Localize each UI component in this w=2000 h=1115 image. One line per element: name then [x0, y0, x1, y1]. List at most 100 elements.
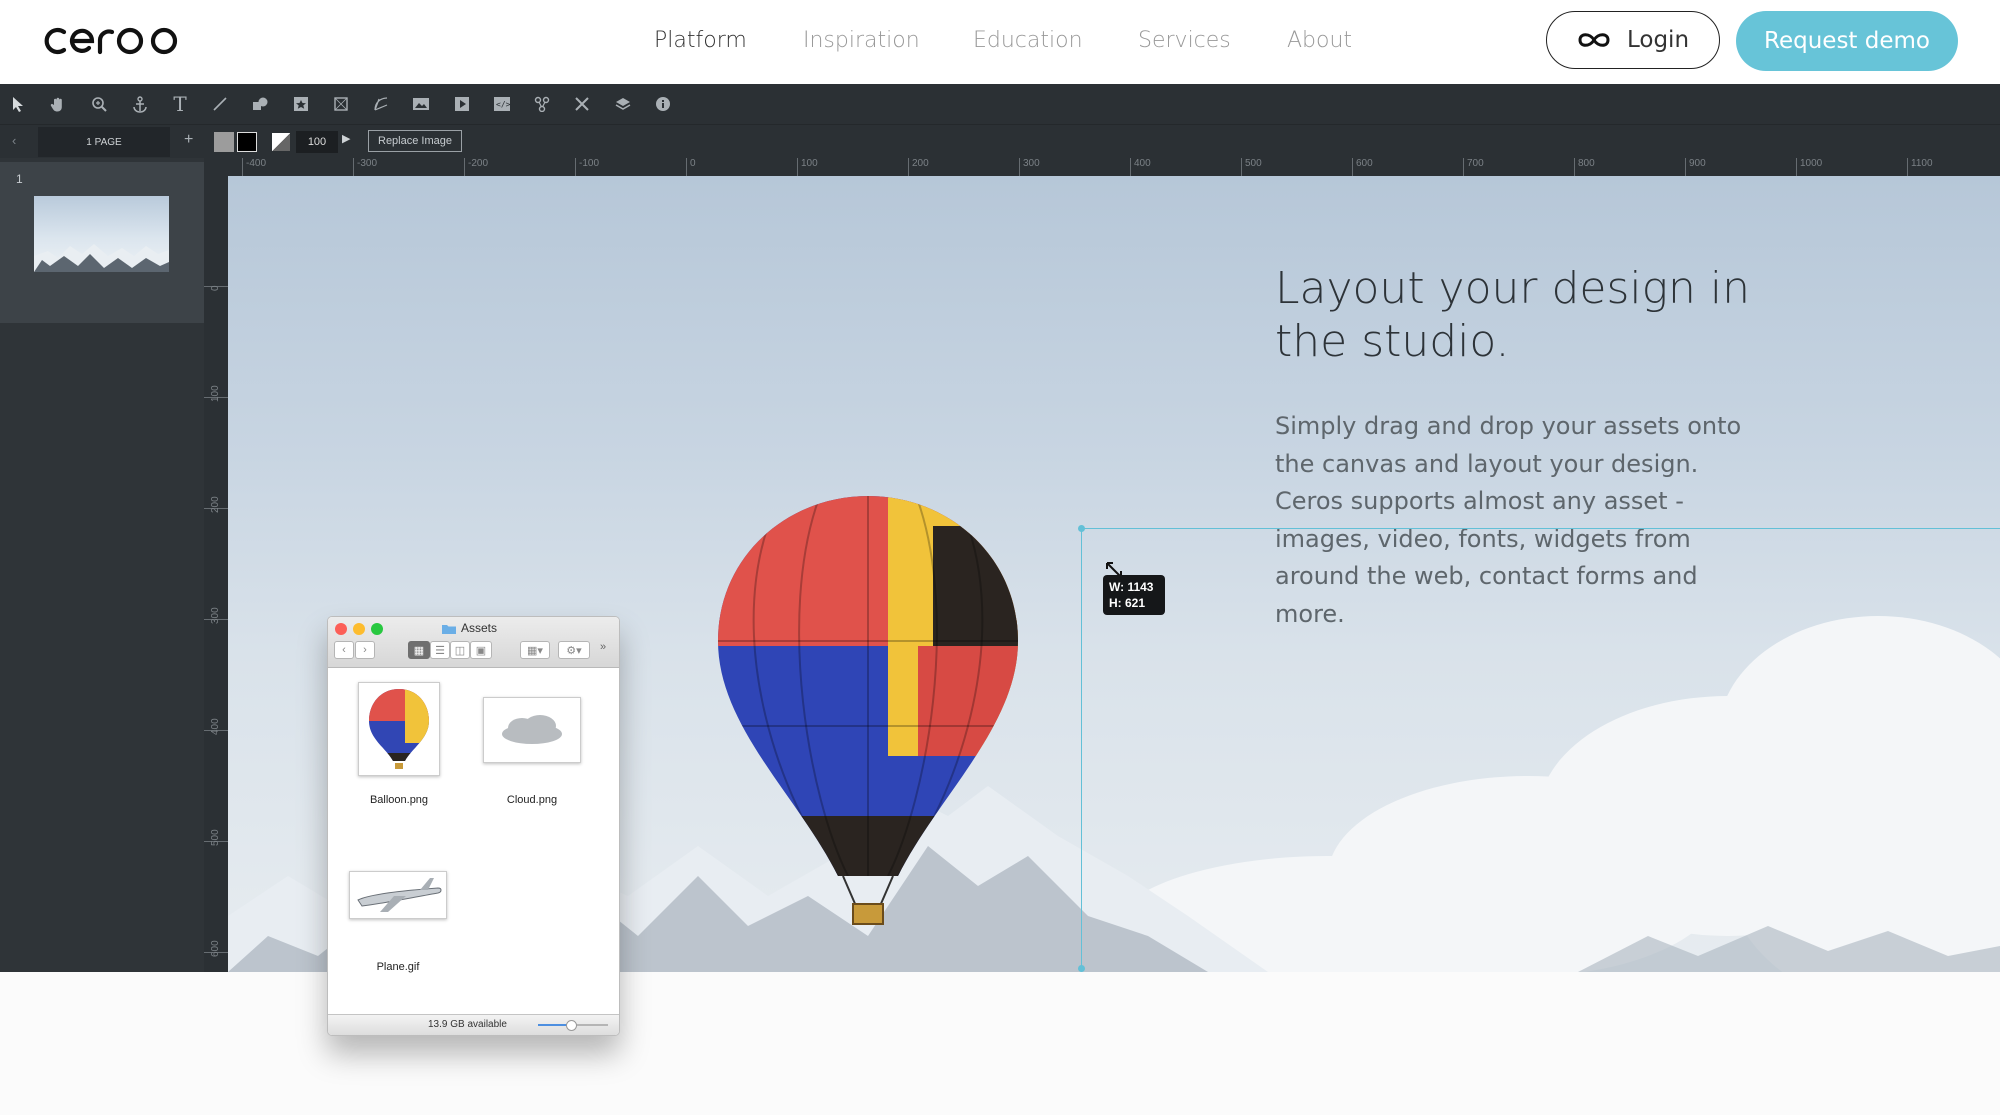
select-arrow-icon[interactable]: [8, 94, 28, 114]
video-icon[interactable]: [452, 94, 472, 114]
overflow-chevron-icon[interactable]: »: [600, 641, 606, 653]
nav-education[interactable]: Education: [973, 28, 1083, 53]
back-icon[interactable]: ‹: [334, 641, 354, 659]
frame-icon[interactable]: [331, 94, 351, 114]
page-number: 1: [16, 172, 23, 186]
balloon-thumbnail: [358, 682, 440, 776]
page-thumbnail-card[interactable]: 1: [0, 162, 204, 323]
collapse-panel-icon[interactable]: ‹: [12, 133, 16, 148]
ruler-tick: 400: [1130, 158, 1151, 176]
login-button[interactable]: Login: [1546, 11, 1720, 69]
fill-color-swatch[interactable]: [214, 132, 234, 152]
opacity-stepper-icon[interactable]: ▶: [342, 132, 350, 145]
asset-item[interactable]: Plane.gif: [348, 871, 448, 973]
resize-handle[interactable]: [1078, 525, 1085, 532]
image-placeholder-icon[interactable]: [291, 94, 311, 114]
ruler-tick: 700: [1463, 158, 1484, 176]
asset-filename: Cloud.png: [506, 794, 558, 806]
ceros-logo-mark: [44, 27, 178, 55]
pages-tab[interactable]: 1 PAGE: [38, 127, 170, 157]
plane-thumbnail: [349, 871, 447, 919]
nav-platform[interactable]: Platform: [654, 28, 747, 53]
ruler-tick: 1000: [1796, 158, 1822, 176]
info-icon[interactable]: [653, 94, 673, 114]
layers-icon[interactable]: [613, 94, 633, 114]
icon-size-slider[interactable]: [538, 1020, 608, 1031]
crop-tools-icon[interactable]: [572, 94, 592, 114]
page-lower-section: [0, 972, 2000, 1115]
ruler-tick: 800: [1574, 158, 1595, 176]
ruler-tick: 100: [204, 385, 228, 402]
finder-status-bar: 13.9 GB available: [328, 1014, 619, 1035]
ruler-tick: 0: [204, 285, 228, 291]
asset-filename: Plane.gif: [376, 961, 420, 973]
folder-icon: [442, 624, 456, 634]
assets-finder-window[interactable]: Assets ‹ › ▦ ☰ ◫ ▣ ▦▾ ⚙▾ » Balloon.png C…: [327, 616, 620, 1036]
svg-path-icon[interactable]: [371, 94, 391, 114]
infinity-icon: [1578, 33, 1610, 47]
ruler-tick: 0: [686, 158, 696, 176]
shapes-icon[interactable]: [250, 94, 270, 114]
ruler-tick: 300: [1019, 158, 1040, 176]
resize-handle[interactable]: [1078, 965, 1085, 972]
ruler-tick: -400: [242, 158, 266, 176]
asset-item[interactable]: Cloud.png: [482, 697, 582, 806]
finder-titlebar[interactable]: Assets ‹ › ▦ ☰ ◫ ▣ ▦▾ ⚙▾ »: [328, 617, 619, 668]
hotspot-icon[interactable]: [532, 94, 552, 114]
arrange-menu-icon[interactable]: ▦▾: [520, 641, 550, 659]
ruler-tick: 500: [204, 829, 228, 846]
embed-icon[interactable]: </>: [492, 94, 512, 114]
left-ruler: 0 100 200 300 400 500 600: [204, 176, 228, 972]
ruler-tick: 200: [204, 496, 228, 513]
text-icon[interactable]: T: [170, 92, 190, 116]
image-icon[interactable]: [411, 94, 431, 114]
minimize-window-icon[interactable]: [353, 623, 365, 635]
nav-about[interactable]: About: [1287, 28, 1352, 53]
ruler-tick: -300: [353, 158, 377, 176]
page-thumbnail: [34, 196, 169, 272]
studio-toolbar: T </>: [0, 84, 2000, 124]
svg-text:</>: </>: [496, 100, 511, 109]
login-label: Login: [1626, 27, 1690, 53]
cloud-thumbnail: [483, 697, 581, 763]
selection-box[interactable]: [1078, 525, 2000, 972]
anchor-icon[interactable]: [130, 94, 150, 114]
zoom-window-icon[interactable]: [371, 623, 383, 635]
ruler-tick: 600: [204, 940, 228, 957]
ruler-tick: -200: [464, 158, 488, 176]
list-view-icon[interactable]: ☰: [430, 641, 450, 659]
line-icon[interactable]: [210, 94, 230, 114]
ruler-tick: 600: [1352, 158, 1373, 176]
add-page-button[interactable]: +: [184, 131, 193, 149]
asset-filename: Balloon.png: [369, 794, 429, 806]
ruler-tick: 900: [1685, 158, 1706, 176]
disk-space-label: 13.9 GB available: [428, 1019, 507, 1030]
ruler-tick: 300: [204, 607, 228, 624]
forward-icon[interactable]: ›: [355, 641, 375, 659]
icon-view-icon[interactable]: ▦: [408, 641, 430, 659]
opacity-icon: [272, 133, 290, 151]
ceros-logo[interactable]: [40, 20, 182, 65]
gallery-view-icon[interactable]: ▣: [470, 641, 492, 659]
request-demo-button[interactable]: Request demo: [1736, 11, 1958, 71]
slider-knob[interactable]: [566, 1020, 577, 1031]
close-window-icon[interactable]: [335, 623, 347, 635]
hand-icon[interactable]: [48, 94, 68, 114]
ruler-tick: 1100: [1907, 158, 1933, 176]
top-ruler: -400 -300 -200 -100 0 100 200 300 400 50…: [204, 158, 2000, 176]
nav-services[interactable]: Services: [1138, 28, 1231, 53]
finder-title: Assets: [442, 621, 497, 635]
ruler-tick: 200: [908, 158, 929, 176]
stroke-color-swatch[interactable]: [237, 132, 257, 152]
zoom-icon[interactable]: [89, 94, 109, 114]
ruler-tick: -100: [575, 158, 599, 176]
nav-inspiration[interactable]: Inspiration: [803, 28, 920, 53]
ruler-tick: 100: [797, 158, 818, 176]
column-view-icon[interactable]: ◫: [450, 641, 470, 659]
replace-image-button[interactable]: Replace Image: [368, 130, 462, 152]
action-gear-icon[interactable]: ⚙▾: [558, 641, 590, 659]
asset-item[interactable]: Balloon.png: [354, 682, 444, 806]
dimension-tooltip: W: 1143 H: 621: [1103, 575, 1165, 615]
dimension-width: W: 1143: [1109, 580, 1154, 594]
opacity-input[interactable]: 100: [296, 131, 338, 153]
